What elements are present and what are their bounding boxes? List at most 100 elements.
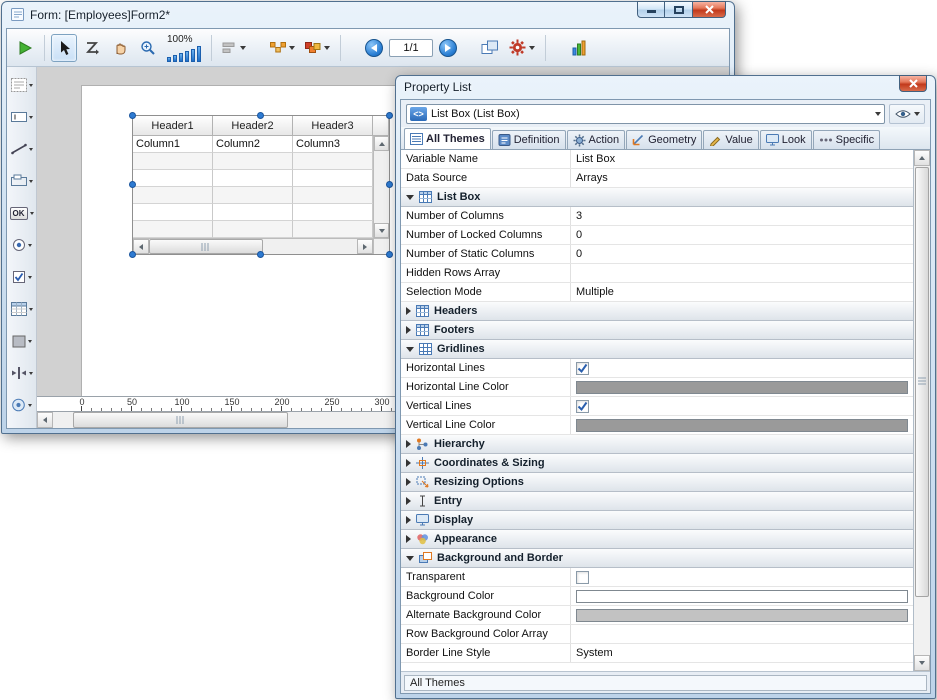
section-footers[interactable]: Footers [401,321,913,340]
scroll-left-button[interactable] [37,412,53,428]
scroll-down-button[interactable] [374,223,389,238]
disclosure-triangle-icon[interactable] [406,307,411,315]
rectangle-tool[interactable] [8,331,36,351]
scroll-up-button[interactable] [914,150,930,166]
tab-definition[interactable]: Definition [492,130,566,149]
disclosure-triangle-icon[interactable] [406,459,411,467]
section-hierarchy[interactable]: Hierarchy [401,435,913,454]
radio-button-tool[interactable] [8,235,36,255]
listbox-cell[interactable] [133,170,213,187]
scroll-thumb[interactable] [915,167,929,597]
tab-specific[interactable]: Specific [813,130,881,149]
scroll-right-button[interactable] [357,239,373,254]
property-scrollbar[interactable] [913,150,930,671]
listbox-cell[interactable]: Column2 [213,136,293,153]
object-selector-dropdown[interactable]: <> List Box (List Box) [406,104,885,124]
property-list-titlebar[interactable]: Property List [396,76,935,98]
listbox-row[interactable] [133,170,373,187]
scroll-thumb[interactable] [149,239,263,254]
group-box-tool[interactable] [8,171,36,191]
property-value[interactable]: 0 [571,226,913,244]
zoom-tool-button[interactable] [135,34,161,62]
section-gridlines[interactable]: Gridlines [401,340,913,359]
display-windows-button[interactable] [477,34,503,62]
preferences-button[interactable] [505,34,539,62]
color-scheme-button[interactable] [301,34,334,62]
listbox-cell[interactable] [133,187,213,204]
previous-page-button[interactable] [361,34,387,62]
disclosure-triangle-icon[interactable] [406,478,411,486]
tab-control-tool[interactable] [8,395,36,415]
listbox-cell[interactable] [293,204,373,221]
listbox-row[interactable] [133,187,373,204]
listbox-horizontal-scrollbar[interactable] [133,239,373,254]
maximize-button[interactable] [665,1,693,18]
list-forms-button[interactable] [566,34,592,62]
scroll-up-button[interactable] [374,136,389,151]
listbox-header-cell[interactable]: Header3 [293,116,373,136]
selection-handle[interactable] [129,251,136,258]
property-value[interactable] [571,625,913,643]
listbox-cell[interactable] [213,204,293,221]
visibility-filter-button[interactable] [889,104,925,124]
form-window-titlebar[interactable]: Form: [Employees]Form2* [2,2,734,27]
checkbox[interactable] [576,362,589,375]
tab-geometry[interactable]: Geometry [626,130,702,149]
section-appearance[interactable]: Appearance [401,530,913,549]
listbox-row[interactable] [133,221,373,238]
listbox-cell[interactable] [293,170,373,187]
listbox-cell[interactable] [293,187,373,204]
disclosure-triangle-icon[interactable] [406,497,411,505]
color-swatch[interactable] [576,419,908,432]
section-resizing-options[interactable]: Resizing Options [401,473,913,492]
align-objects-button[interactable] [218,34,250,62]
selection-handle[interactable] [386,251,393,258]
distribute-objects-button[interactable] [266,34,299,62]
property-value[interactable]: 3 [571,207,913,225]
line-tool[interactable] [8,139,36,159]
checkbox[interactable] [576,400,589,413]
property-value[interactable]: List Box [571,150,913,168]
disclosure-triangle-icon[interactable] [406,326,411,334]
disclosure-triangle-icon[interactable] [406,556,414,561]
selection-handle[interactable] [386,112,393,119]
property-value[interactable] [571,264,913,282]
scroll-track[interactable] [149,239,357,254]
property-value[interactable]: 0 [571,245,913,263]
minimize-button[interactable] [637,1,665,18]
section-background-and-border[interactable]: Background and Border [401,549,913,568]
execute-form-button[interactable] [12,34,38,62]
section-list-box[interactable]: List Box [401,188,913,207]
tab-action[interactable]: Action [567,130,626,149]
property-value[interactable]: Multiple [571,283,913,301]
section-headers[interactable]: Headers [401,302,913,321]
listbox-cell[interactable]: Column3 [293,136,373,153]
listbox-cell[interactable] [213,153,293,170]
listbox-row[interactable] [133,153,373,170]
color-swatch[interactable] [576,381,908,394]
color-swatch[interactable] [576,609,908,622]
listbox-object[interactable]: Header1Header2Header3 Column1Column2Colu… [132,115,390,255]
button-tool[interactable]: OK [8,203,36,223]
splitter-tool[interactable] [8,363,36,383]
close-button[interactable] [899,75,927,92]
zoom-level-control[interactable]: 100% [163,31,205,65]
selection-handle[interactable] [386,181,393,188]
close-button[interactable] [693,1,726,18]
listbox-cell[interactable] [133,221,213,238]
scroll-thumb[interactable] [73,412,288,428]
section-display[interactable]: Display [401,511,913,530]
selection-handle[interactable] [129,181,136,188]
tab-all-themes[interactable]: All Themes [404,128,491,149]
listbox-cell[interactable] [213,170,293,187]
listbox-cell[interactable] [213,221,293,238]
selection-handle[interactable] [257,251,264,258]
listbox-header-cell[interactable]: Header2 [213,116,293,136]
section-coordinates-sizing[interactable]: Coordinates & Sizing [401,454,913,473]
move-tool-button[interactable] [107,34,133,62]
tab-look[interactable]: Look [760,130,812,149]
selection-handle[interactable] [129,112,136,119]
listbox-row[interactable] [133,204,373,221]
listbox-row[interactable]: Column1Column2Column3 [133,136,373,153]
tab-value[interactable]: Value [703,130,758,149]
